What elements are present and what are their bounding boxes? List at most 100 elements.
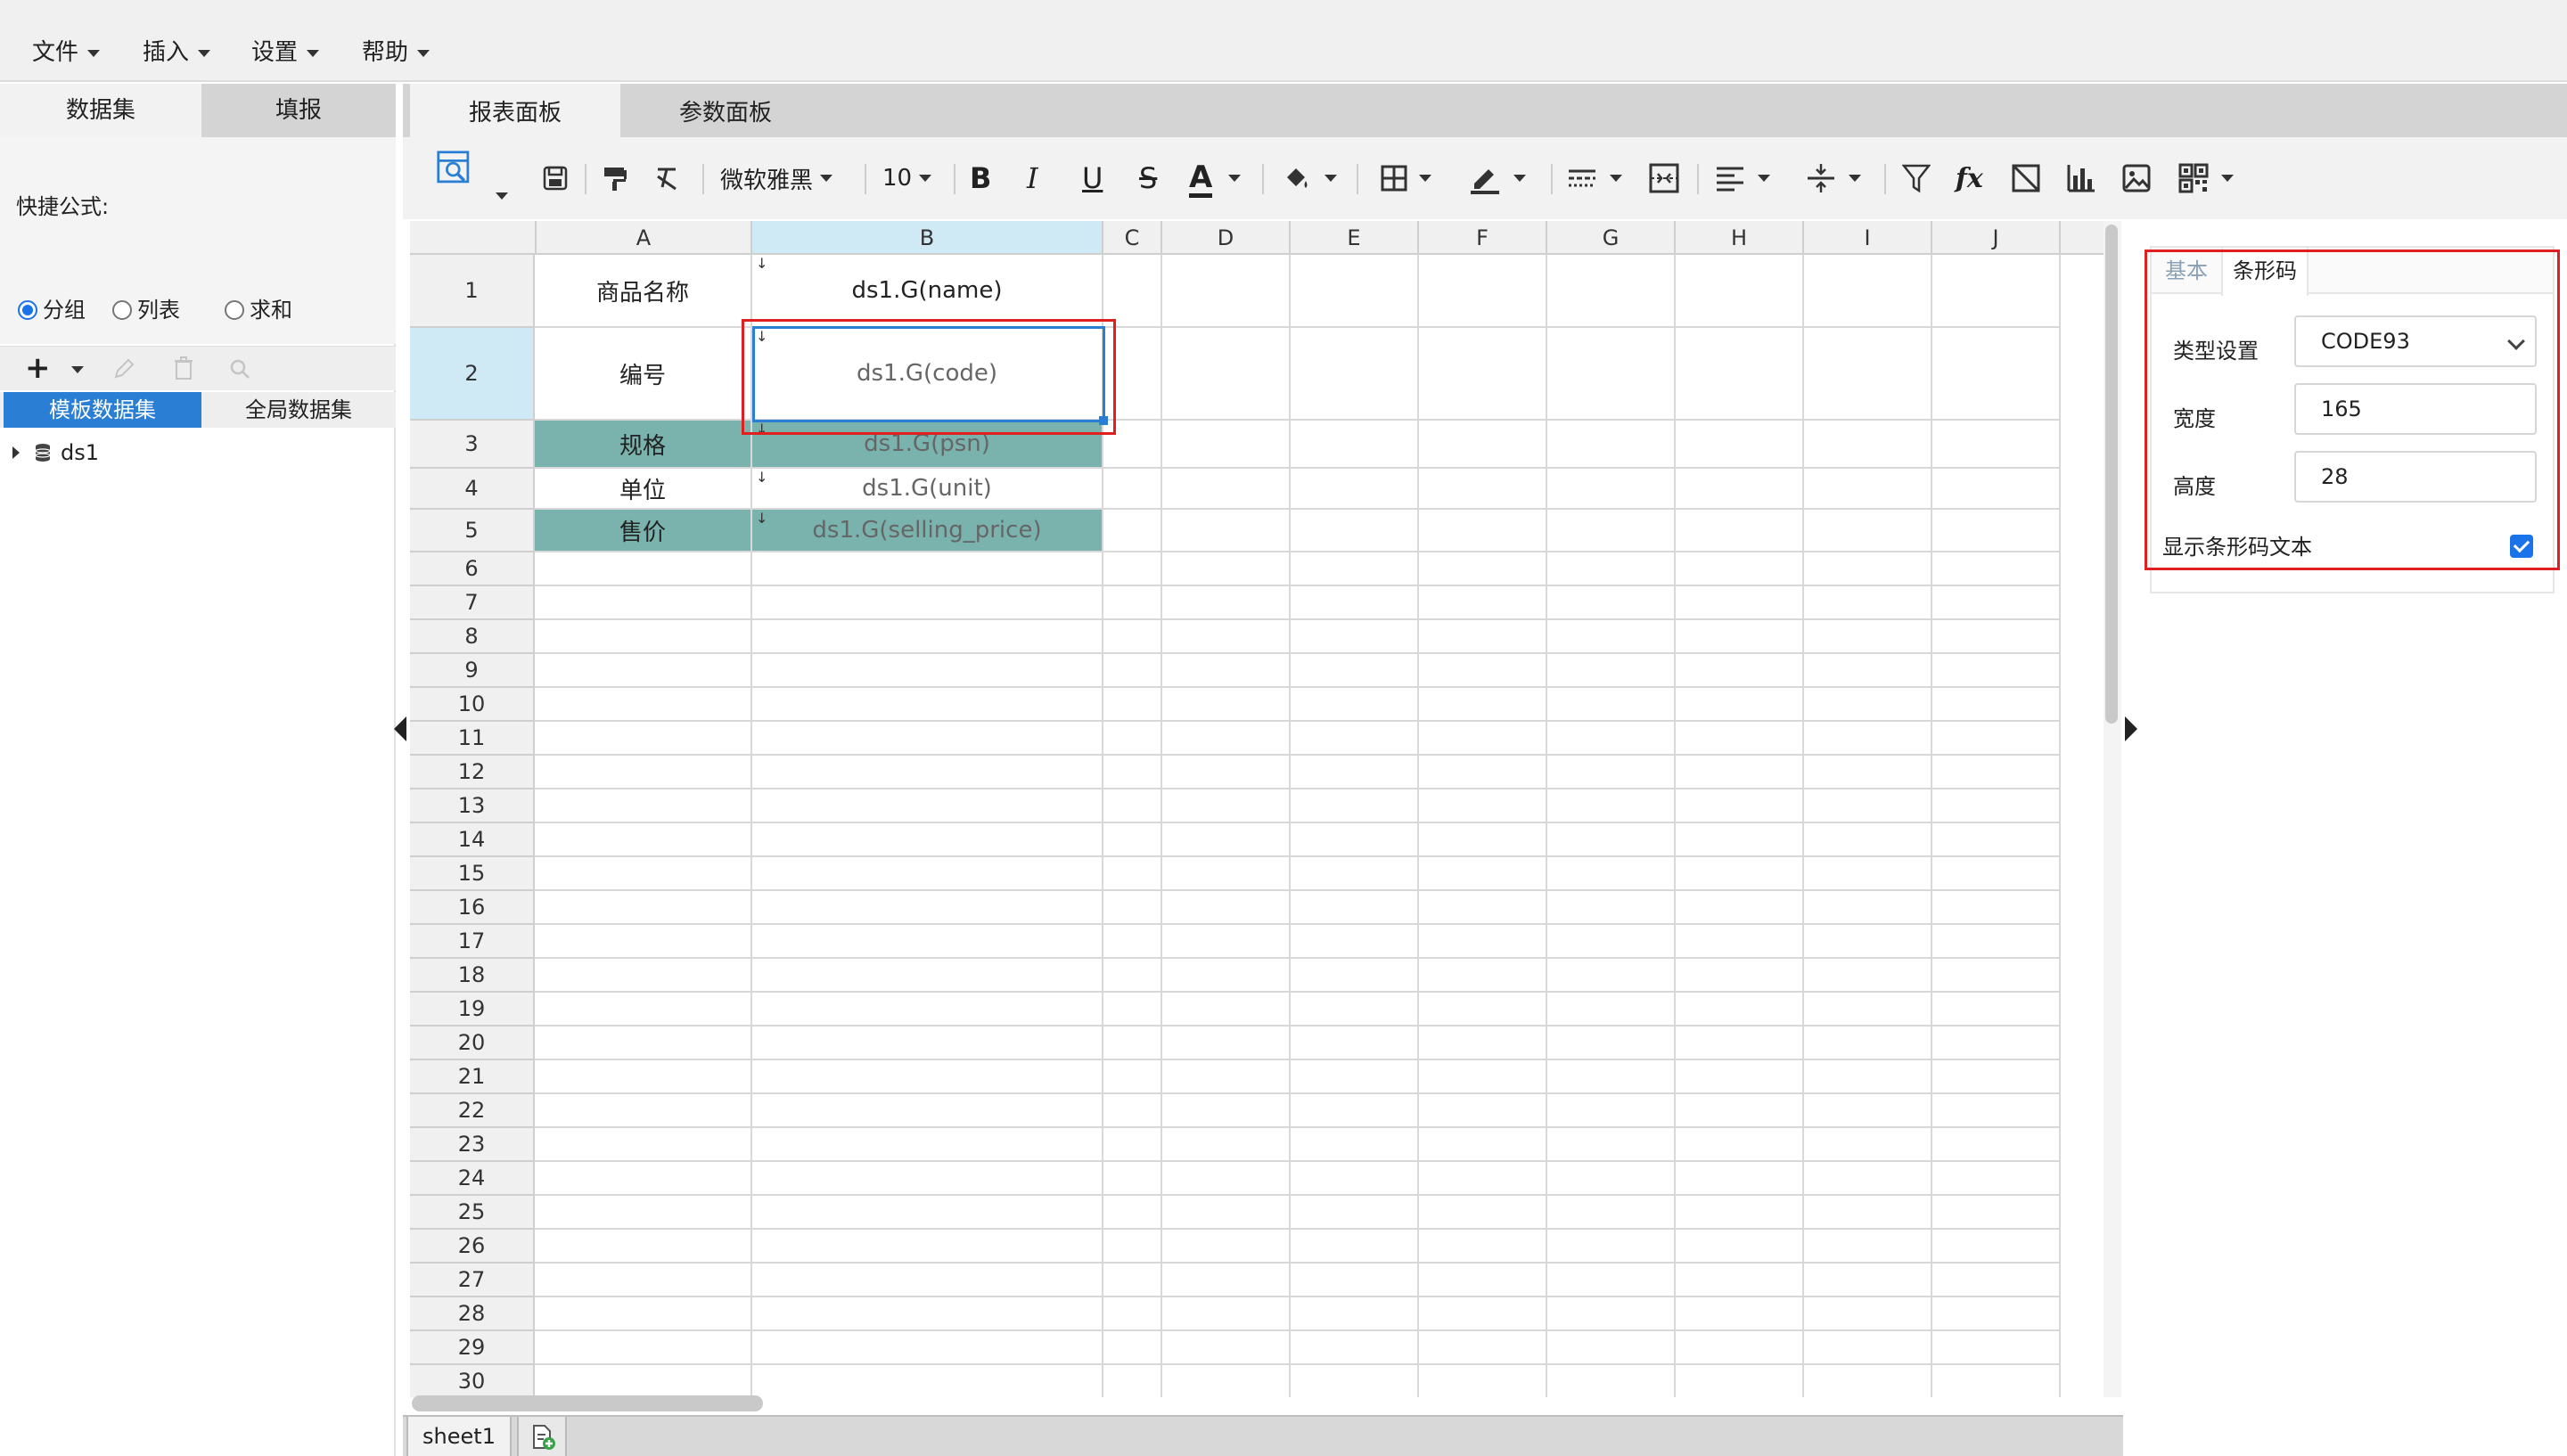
grid-cell[interactable] (1419, 510, 1547, 552)
grid-cell[interactable] (1676, 1365, 1804, 1397)
grid-cell[interactable] (1676, 469, 1804, 510)
grid-cell[interactable] (1162, 1094, 1291, 1128)
preview-icon[interactable] (428, 150, 480, 185)
grid-cell[interactable] (1676, 620, 1804, 654)
row-header[interactable]: 17 (410, 925, 535, 959)
grid-cell[interactable] (1291, 1230, 1419, 1264)
grid-cell[interactable] (1932, 620, 2061, 654)
cell-a4[interactable]: 单位 (535, 469, 752, 510)
grid-cell[interactable] (1547, 510, 1676, 552)
grid-cell[interactable] (1291, 993, 1419, 1027)
row-header[interactable]: 22 (410, 1094, 535, 1128)
grid-cell[interactable] (1804, 1264, 1932, 1297)
row-header[interactable]: 20 (410, 1027, 535, 1060)
format-painter-icon[interactable] (601, 160, 629, 196)
grid-cell[interactable] (1291, 654, 1419, 688)
grid-cell[interactable] (1419, 1162, 1547, 1196)
grid-cell[interactable] (1162, 328, 1291, 421)
grid-cell[interactable] (752, 857, 1103, 891)
grid-cell[interactable] (535, 1297, 752, 1331)
tab-dataset[interactable]: 数据集 (0, 84, 201, 137)
border-icon[interactable] (1380, 160, 1408, 196)
grid-cell[interactable] (1676, 510, 1804, 552)
grid-cell[interactable] (1676, 857, 1804, 891)
grid-cell[interactable] (1932, 1128, 2061, 1162)
row-header[interactable]: 10 (410, 688, 535, 722)
grid-cell[interactable] (1547, 1297, 1676, 1331)
grid-cell[interactable] (1291, 857, 1419, 891)
align-dropdown[interactable] (1751, 160, 1770, 196)
grid-cell[interactable] (1291, 1365, 1419, 1397)
grid-cell[interactable] (1932, 823, 2061, 857)
cell-b1[interactable]: ↓ ds1.G(name) (752, 255, 1103, 328)
grid-cell[interactable] (1547, 1027, 1676, 1060)
grid-cell[interactable] (1676, 688, 1804, 722)
grid-cell[interactable] (535, 620, 752, 654)
grid-cell[interactable] (535, 789, 752, 823)
grid-cell[interactable] (1804, 328, 1932, 421)
grid-cell[interactable] (535, 993, 752, 1027)
grid-cell[interactable] (1291, 1297, 1419, 1331)
grid-cell[interactable] (1676, 1128, 1804, 1162)
save-icon[interactable] (542, 160, 569, 196)
grid-cell[interactable] (535, 586, 752, 620)
grid-cell[interactable] (1103, 586, 1162, 620)
tab-global-dataset[interactable]: 全局数据集 (201, 392, 396, 428)
cell-b5[interactable]: ↓ ds1.G(selling_price) (752, 510, 1103, 552)
grid-cell[interactable] (1547, 1230, 1676, 1264)
row-header[interactable]: 6 (410, 552, 535, 586)
tree-item-ds1[interactable]: ds1 (12, 440, 99, 465)
grid-cell[interactable] (1419, 586, 1547, 620)
grid-cell[interactable] (1676, 586, 1804, 620)
grid-cell[interactable] (752, 789, 1103, 823)
grid-cell[interactable] (1547, 925, 1676, 959)
grid-cell[interactable] (1932, 756, 2061, 789)
grid-cell[interactable] (1804, 1196, 1932, 1230)
grid-cell[interactable] (1804, 1060, 1932, 1094)
grid-cell[interactable] (752, 756, 1103, 789)
italic-button[interactable]: I (1027, 160, 1038, 196)
row-header[interactable]: 15 (410, 857, 535, 891)
grid-cell[interactable] (1103, 1060, 1162, 1094)
grid-cell[interactable] (1676, 993, 1804, 1027)
grid-cell[interactable] (1547, 959, 1676, 993)
col-header-g[interactable]: G (1547, 221, 1676, 255)
grid-cell[interactable] (1291, 823, 1419, 857)
border-color-icon[interactable] (1469, 160, 1501, 196)
cell-a5[interactable]: 售价 (535, 510, 752, 552)
grid-cell[interactable] (1162, 510, 1291, 552)
plus-icon[interactable]: + (25, 350, 51, 386)
grid-cell[interactable] (752, 620, 1103, 654)
font-family-select[interactable]: 微软雅黑 (720, 160, 833, 196)
line-style-dropdown[interactable] (1603, 160, 1622, 196)
grid-cell[interactable] (1676, 722, 1804, 756)
grid-cell[interactable] (1676, 925, 1804, 959)
grid-cell[interactable] (1103, 1128, 1162, 1162)
grid-cell[interactable] (1103, 620, 1162, 654)
grid-cell[interactable] (1547, 328, 1676, 421)
grid-cell[interactable] (535, 1027, 752, 1060)
col-header-i[interactable]: I (1804, 221, 1932, 255)
grid-cell[interactable] (1162, 789, 1291, 823)
grid-cell[interactable] (535, 1196, 752, 1230)
grid-cell[interactable] (1103, 891, 1162, 925)
grid-cell[interactable] (752, 823, 1103, 857)
grid-cell[interactable] (1676, 255, 1804, 328)
grid-cell[interactable] (535, 959, 752, 993)
grid-cell[interactable] (1804, 756, 1932, 789)
col-header-j[interactable]: J (1932, 221, 2061, 255)
grid-cell[interactable] (1103, 993, 1162, 1027)
formula-button[interactable]: fx (1956, 160, 1983, 196)
grid-cell[interactable] (752, 925, 1103, 959)
grid-cell[interactable] (535, 1060, 752, 1094)
grid-cell[interactable] (1547, 1128, 1676, 1162)
col-header-b[interactable]: B (752, 221, 1103, 255)
grid-cell[interactable] (1804, 510, 1932, 552)
grid-cell[interactable] (1291, 789, 1419, 823)
grid-cell[interactable] (1932, 510, 2061, 552)
grid-cell[interactable] (1419, 722, 1547, 756)
grid-cell[interactable] (1103, 1297, 1162, 1331)
grid-cell[interactable] (1804, 891, 1932, 925)
corner-cell[interactable] (410, 221, 537, 255)
caret-down-icon[interactable] (71, 366, 84, 373)
